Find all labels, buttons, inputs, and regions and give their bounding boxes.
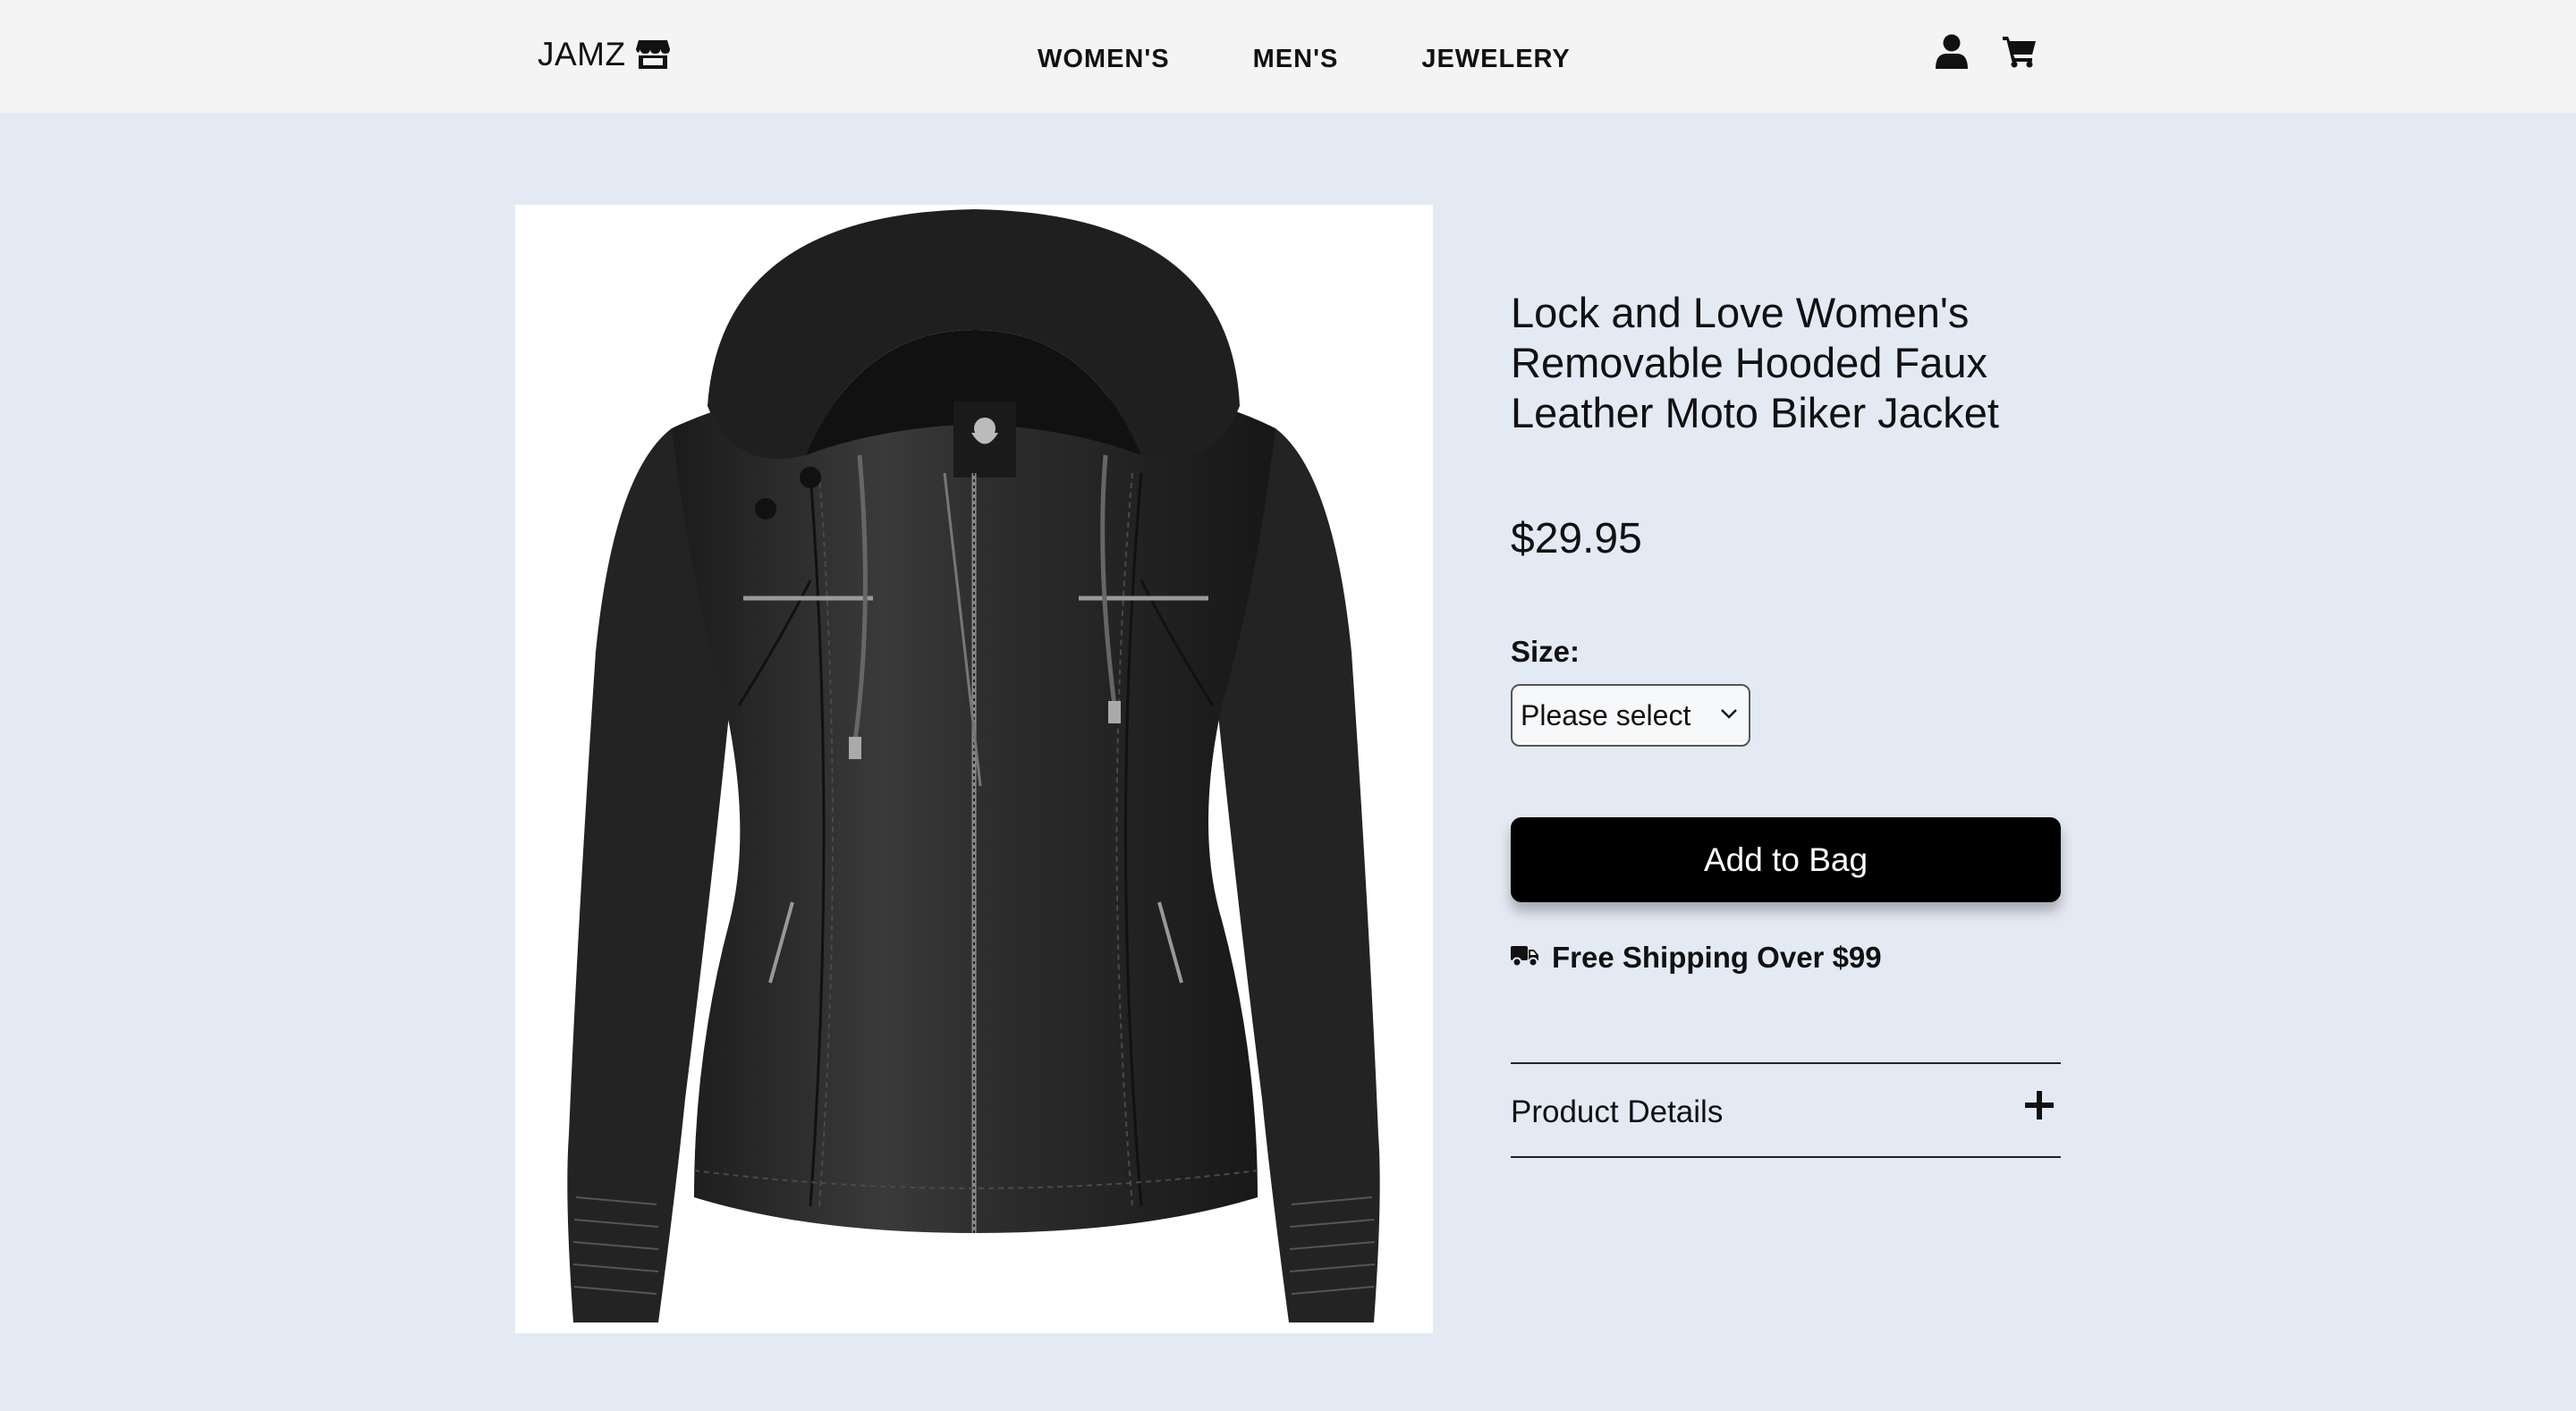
nav-item-womens[interactable]: WOMEN'S (1038, 43, 1170, 75)
shipping-info: Free Shipping Over $99 (1511, 941, 1882, 975)
nav-item-mens[interactable]: MEN'S (1253, 43, 1339, 75)
size-select-value: Please select (1521, 698, 1691, 731)
truck-icon (1511, 944, 1539, 972)
logo[interactable]: JAMZ (538, 36, 671, 73)
user-icon[interactable] (1935, 34, 1969, 70)
product-details-toggle[interactable]: Product Details (1511, 1062, 2061, 1158)
add-to-bag-button[interactable]: Add to Bag (1511, 817, 2061, 902)
nav-item-jewelery[interactable]: JEWELERY (1421, 43, 1570, 75)
cart-icon[interactable] (2003, 34, 2037, 70)
product-price: $29.95 (1511, 515, 1642, 562)
store-icon (635, 38, 671, 71)
size-label: Size: (1511, 635, 1580, 668)
shipping-text: Free Shipping Over $99 (1552, 941, 1882, 974)
main-nav: WOMEN'S MEN'S JEWELERY (1038, 43, 1654, 75)
chevron-down-icon (1720, 707, 1738, 724)
product-details-label: Product Details (1511, 1094, 1724, 1129)
jacket-image (515, 205, 1433, 1333)
plus-icon[interactable] (2025, 1091, 2054, 1120)
site-header: JAMZ WOMEN'S MEN'S JEWELERY (0, 0, 2576, 113)
logo-text: JAMZ (538, 36, 626, 72)
product-info: Lock and Love Women's Removable Hooded F… (1511, 288, 2061, 1158)
product-title: Lock and Love Women's Removable Hooded F… (1511, 289, 1999, 436)
header-actions (1935, 34, 2037, 70)
size-select[interactable]: Please select (1511, 684, 1750, 747)
